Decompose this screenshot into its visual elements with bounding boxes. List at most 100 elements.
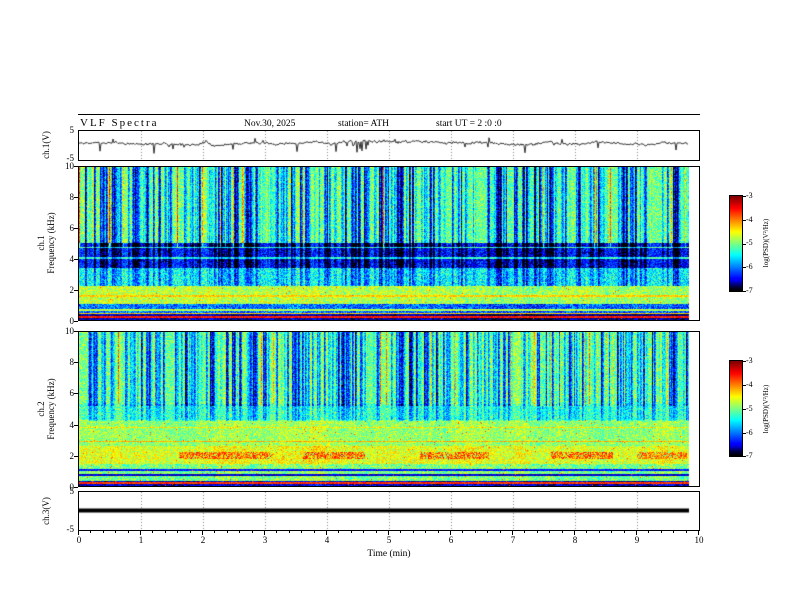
tick-mark [74, 425, 78, 426]
tick-mark [743, 291, 746, 292]
tick-mark [586, 531, 587, 533]
xtick: 5 [386, 535, 392, 545]
tick-mark [636, 531, 637, 535]
tick-mark [74, 456, 78, 457]
tick-mark [648, 531, 649, 533]
tick-mark [74, 166, 78, 167]
tick-mark [363, 531, 364, 533]
xtick: 9 [634, 535, 640, 545]
ch3-voltage-plot [79, 492, 699, 530]
header-start-ut: start UT = 2 :0 :0 [436, 119, 502, 129]
tick-mark [90, 531, 91, 533]
spec2-ytick: 6 [69, 388, 75, 398]
tick-mark [743, 409, 746, 410]
tick-mark [743, 385, 746, 386]
tick-mark [152, 531, 153, 533]
tick-mark [438, 531, 439, 533]
tick-mark [214, 531, 215, 533]
tick-mark [425, 531, 426, 533]
tick-mark [264, 531, 265, 535]
tick-mark [74, 290, 78, 291]
spec1-ytick: 6 [69, 223, 75, 233]
tick-mark [78, 531, 79, 535]
tick-mark [74, 487, 78, 488]
xtick: 1 [138, 535, 144, 545]
xtick: 7 [510, 535, 516, 545]
tick-mark [314, 531, 315, 533]
ch2-spectrogram-panel [78, 331, 700, 487]
spec2-ytick: 8 [69, 357, 75, 367]
header-date: Nov.30, 2025 [244, 119, 296, 129]
tick-mark [301, 531, 302, 533]
colorbar-1-gradient [730, 196, 742, 291]
tick-mark [562, 531, 563, 533]
colorbar-2 [729, 360, 743, 457]
xtick: 10 [694, 535, 704, 545]
tick-mark [574, 531, 575, 535]
tick-mark [743, 361, 746, 362]
tick-mark [74, 259, 78, 260]
tick-mark [512, 531, 513, 535]
tick-mark [475, 531, 476, 533]
xtick: 2 [200, 535, 206, 545]
tick-mark [202, 531, 203, 535]
ch2-spectrogram-plot [79, 332, 699, 486]
ch3v-ytick-top: 5 [69, 486, 75, 496]
cb1-label: log(PSD)(V²/Hz) [762, 218, 770, 268]
tick-mark [500, 531, 501, 533]
tick-mark [388, 531, 389, 535]
spec1-ytick: 4 [69, 254, 75, 264]
tick-mark [140, 531, 141, 535]
tick-mark [661, 531, 662, 533]
tick-mark [611, 531, 612, 533]
tick-mark [624, 531, 625, 533]
tick-mark [252, 531, 253, 533]
tick-mark [190, 531, 191, 533]
tick-mark [165, 531, 166, 533]
tick-mark [74, 228, 78, 229]
tick-mark [743, 244, 746, 245]
colorbar-1 [729, 195, 743, 292]
spec1-ytick: 8 [69, 192, 75, 202]
ch3v-ytick-bottom: -5 [66, 524, 75, 534]
spec2-ylabel: ch.2 Frequency (kHz) [36, 378, 56, 440]
tick-mark [74, 393, 78, 394]
tick-mark [74, 197, 78, 198]
tick-mark [743, 267, 746, 268]
tick-mark [686, 531, 687, 533]
tick-mark [549, 531, 550, 533]
tick-mark [276, 531, 277, 533]
spec2-ytick: 4 [69, 420, 75, 430]
ch1-spectrogram-plot [79, 167, 699, 320]
ch3-voltage-panel [78, 491, 700, 531]
tick-mark [743, 220, 746, 221]
header-rule [78, 114, 700, 115]
tick-mark [289, 531, 290, 533]
xtick: 8 [572, 535, 578, 545]
xtick: 6 [448, 535, 454, 545]
ch3v-ylabel: ch.3(V) [41, 497, 51, 525]
tick-mark [599, 531, 600, 533]
spec1-ytick: 0 [69, 316, 75, 326]
tick-mark [74, 321, 78, 322]
tick-mark [743, 196, 746, 197]
tick-mark [673, 531, 674, 533]
xtick: 4 [324, 535, 330, 545]
tick-mark [326, 531, 327, 535]
spec1-ytick: 10 [65, 161, 74, 171]
ch1v-ytick-top: 5 [69, 125, 75, 135]
tick-mark [338, 531, 339, 533]
tick-mark [743, 456, 746, 457]
spec2-ytick: 2 [69, 451, 75, 461]
tick-mark [413, 531, 414, 533]
tick-mark [103, 531, 104, 533]
tick-mark [487, 531, 488, 533]
xtick: 0 [76, 535, 82, 545]
cb2-label: log(PSD)(V²/Hz) [762, 384, 770, 434]
xtick: 3 [262, 535, 268, 545]
tick-mark [128, 531, 129, 533]
tick-mark [462, 531, 463, 533]
ch1v-ylabel: ch.1(V) [41, 131, 51, 159]
tick-mark [743, 433, 746, 434]
xaxis-label: Time (min) [367, 549, 411, 559]
